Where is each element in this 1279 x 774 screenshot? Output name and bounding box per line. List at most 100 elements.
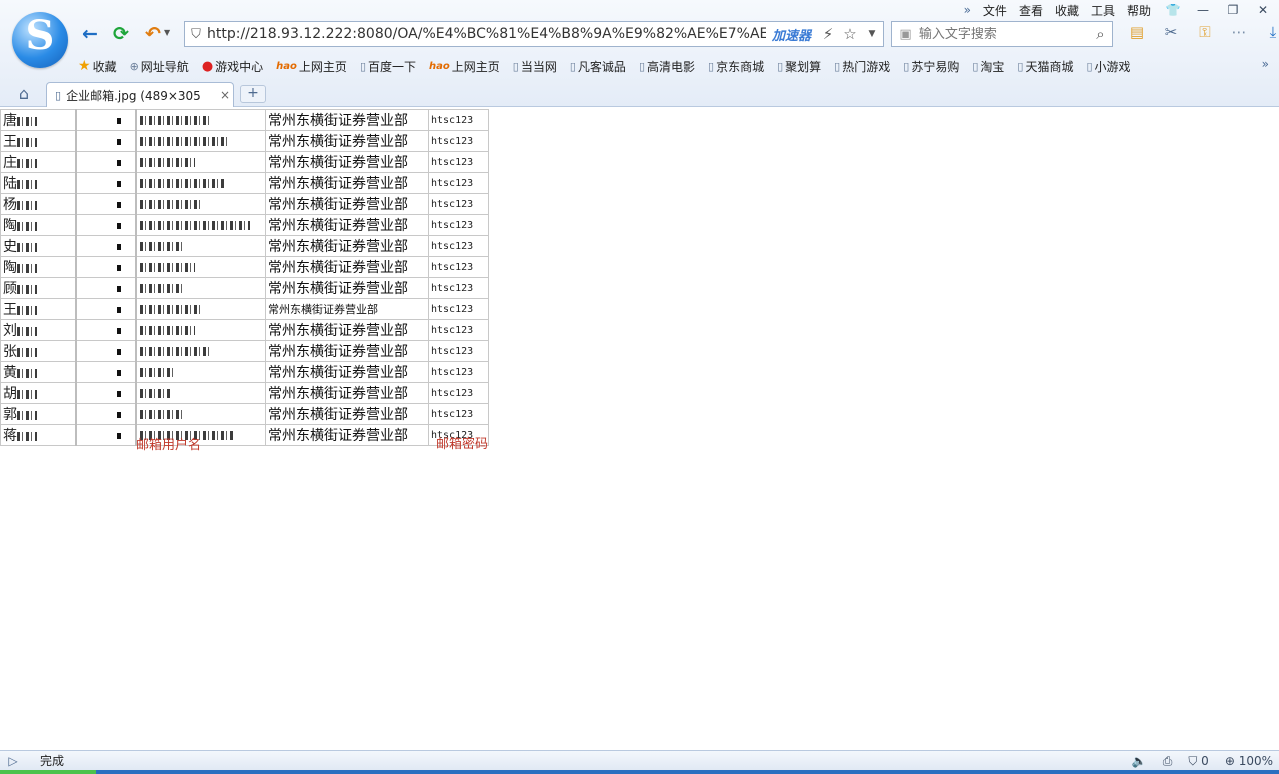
accelerator-button[interactable]: 加速器 <box>772 25 811 44</box>
sidebar-toggle-icon[interactable]: ▷ <box>0 754 26 768</box>
fav-item[interactable]: hao 上网主页 <box>429 58 500 75</box>
page-icon: ▯ <box>359 59 366 73</box>
bookmark-star-icon[interactable]: ☆ <box>839 25 861 43</box>
name-text: 胡 <box>3 386 17 402</box>
volume-icon[interactable]: 🔈 <box>1132 754 1147 768</box>
username-cell-redacted <box>134 235 266 257</box>
security-badge-icon[interactable]: ⛉ 0 <box>1188 754 1208 769</box>
redacted-mark <box>139 305 200 314</box>
fav-item[interactable]: hao 上网主页 <box>276 58 347 75</box>
department-cell: 常州东横街证券营业部 <box>265 382 429 404</box>
restore-icon[interactable]: ❐ <box>1225 3 1241 17</box>
new-tab-button[interactable]: + <box>240 85 266 103</box>
favorites-more-icon[interactable]: » <box>1262 57 1269 71</box>
name-text: 史 <box>3 239 17 255</box>
fav-item[interactable]: ▯ 小游戏 <box>1086 58 1130 75</box>
redacted-mark <box>17 200 37 210</box>
name-text: 唐 <box>3 113 17 129</box>
skin-icon[interactable]: 👕 <box>1165 3 1181 17</box>
fav-item[interactable]: ▯ 聚划算 <box>777 58 821 75</box>
redacted-mark <box>17 263 37 273</box>
table-row: 张 常州东横街证券营业部 htsc123 <box>0 340 489 362</box>
zoom-control[interactable]: ⊕ 100% <box>1225 754 1273 768</box>
back-icon[interactable]: ← <box>79 23 101 45</box>
name-cell: 陆 <box>0 172 76 194</box>
address-bar[interactable]: ⛉ http://218.93.12.222:8080/OA/%E4%BC%81… <box>184 21 884 47</box>
password-cell: htsc123 <box>428 109 489 131</box>
password-cell: htsc123 <box>428 172 489 194</box>
menu-favorites[interactable]: 收藏 <box>1055 2 1079 19</box>
url-dropdown-icon[interactable]: ▼ <box>861 29 883 39</box>
key-icon[interactable]: ⚿ <box>1188 23 1222 41</box>
menu-more-icon[interactable]: » <box>964 3 971 17</box>
undo-close-icon[interactable]: ↶ <box>142 23 164 45</box>
refresh-icon[interactable]: ⟳ <box>110 23 132 45</box>
redacted-mark <box>139 158 195 167</box>
username-cell-redacted <box>134 277 266 299</box>
name-text: 陶 <box>3 260 17 276</box>
more-tools-icon[interactable]: ⋯ <box>1222 23 1256 41</box>
name-cell: 王 <box>0 130 76 152</box>
redacted-mark <box>17 242 37 252</box>
fav-item[interactable]: ★ 收藏 <box>78 58 117 75</box>
redacted-mark <box>116 201 121 208</box>
fav-item[interactable]: ▯ 当当网 <box>513 58 557 75</box>
password-cell: htsc123 <box>428 193 489 215</box>
search-icon[interactable]: ⌕ <box>1089 25 1112 43</box>
department-cell: 常州东横街证券营业部 <box>265 319 429 341</box>
menu-help[interactable]: 帮助 <box>1127 2 1151 19</box>
name-text: 张 <box>3 344 17 360</box>
name-text: 顾 <box>3 281 17 297</box>
search-engine-icon[interactable]: ▣ <box>892 27 919 42</box>
home-icon[interactable]: ⌂ <box>13 84 35 104</box>
tab-active[interactable]: ▯ 企业邮箱.jpg (489×305 × <box>46 82 234 107</box>
redacted-mark <box>116 159 121 166</box>
redacted-mark <box>17 284 37 294</box>
redacted-mark <box>17 326 37 336</box>
menu-tools[interactable]: 工具 <box>1091 2 1115 19</box>
fav-item[interactable]: ▯ 百度一下 <box>360 58 416 75</box>
fav-item[interactable]: ▯ 凡客诚品 <box>570 58 626 75</box>
screenshot-scissors-icon[interactable]: ✂ <box>1154 23 1188 41</box>
browser-logo[interactable] <box>12 12 68 68</box>
print-icon[interactable]: ⎙ <box>1163 754 1173 769</box>
fav-item[interactable]: ▯ 苏宁易购 <box>903 58 959 75</box>
fav-item[interactable]: ⊕ 网址导航 <box>130 58 189 75</box>
menu-view[interactable]: 查看 <box>1019 2 1043 19</box>
redacted-cell <box>74 382 136 404</box>
download-icon[interactable]: ⤓ <box>1256 23 1279 41</box>
minimize-icon[interactable]: — <box>1195 3 1211 17</box>
url-text[interactable]: http://218.93.12.222:8080/OA/%E4%BC%81%E… <box>207 26 766 42</box>
password-cell: htsc123 <box>428 361 489 383</box>
search-input[interactable] <box>918 26 1089 42</box>
tab-close-icon[interactable]: × <box>217 88 233 102</box>
department-cell: 常州东横街证券营业部 <box>265 256 429 278</box>
fav-item[interactable]: ▯ 京东商城 <box>708 58 764 75</box>
redacted-mark <box>116 411 121 418</box>
fav-item[interactable]: ▯ 热门游戏 <box>834 58 890 75</box>
status-right: 🔈 ⎙ ⛉ 0 ⊕ 100% <box>1116 751 1273 771</box>
username-cell-redacted <box>134 340 266 362</box>
undo-dropdown-icon[interactable]: ▼ <box>164 28 170 37</box>
extension-icon[interactable]: ▤ <box>1120 23 1154 41</box>
tab-title: 企业邮箱.jpg (489×305 <box>66 88 201 103</box>
name-text: 杨 <box>3 197 17 213</box>
table-row: 刘 常州东横街证券营业部 htsc123 <box>0 319 489 341</box>
name-cell: 张 <box>0 340 76 362</box>
name-text: 庄 <box>3 155 17 171</box>
redacted-mark <box>17 179 37 189</box>
fav-item[interactable]: ▯ 高清电影 <box>639 58 695 75</box>
menu-file[interactable]: 文件 <box>983 2 1007 19</box>
redacted-mark <box>139 347 210 356</box>
lightning-icon[interactable]: ⚡ <box>817 25 839 43</box>
table-row: 王 常州东横街证券营业部 htsc123 <box>0 130 489 152</box>
name-cell: 唐 <box>0 109 76 131</box>
username-cell-redacted <box>134 319 266 341</box>
fav-item[interactable]: ▯ 淘宝 <box>972 58 1004 75</box>
close-icon[interactable]: ✕ <box>1255 3 1271 17</box>
department-cell: 常州东横街证券营业部 <box>265 172 429 194</box>
search-box[interactable]: ▣ ⌕ <box>891 21 1113 47</box>
fav-item[interactable]: ● 游戏中心 <box>202 58 263 75</box>
status-text: 完成 <box>40 754 65 768</box>
fav-item[interactable]: ▯ 天猫商城 <box>1017 58 1073 75</box>
